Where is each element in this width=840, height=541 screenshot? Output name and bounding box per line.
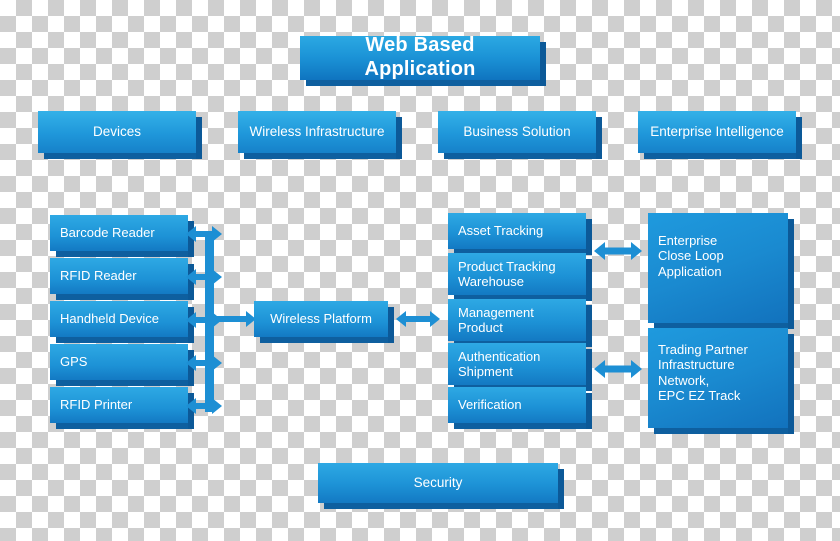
wireless-infra-extrusion-bottom xyxy=(244,153,402,159)
rfid-reader-extrusion-bottom xyxy=(56,294,194,300)
devices-label: Devices xyxy=(92,124,141,140)
node-product-tracking-warehouse: Product Tracking Warehouse xyxy=(448,253,592,301)
arrow-solutions-to-trading-partner xyxy=(594,360,642,378)
barcode-reader-extrusion-bottom xyxy=(56,251,194,257)
rfid-printer-extrusion-bottom xyxy=(56,423,194,429)
title-extrusion-right xyxy=(540,42,546,86)
handheld-device-extrusion-bottom xyxy=(56,337,194,343)
node-asset-tracking: Asset Tracking xyxy=(448,213,592,255)
arrow-rfid-reader-to-bus xyxy=(186,269,222,285)
enterprise-intelligence-extrusion-right xyxy=(796,117,802,159)
enterprise-close-loop-application-label: Enterprise Close Loop Application xyxy=(658,233,724,279)
wireless-platform-extrusion-bottom xyxy=(260,337,394,343)
gps-label: GPS xyxy=(60,354,88,370)
business-solution-extrusion-bottom xyxy=(444,153,602,159)
security-extrusion-right xyxy=(558,469,564,509)
node-authentication-shipment: Authentication Shipment xyxy=(448,343,592,391)
node-rfid-printer: RFID Printer xyxy=(50,387,194,429)
arrow-rfid-printer-to-bus xyxy=(186,398,222,414)
asset-tracking-extrusion-right xyxy=(586,219,592,255)
rfid-reader-label: RFID Reader xyxy=(60,268,137,284)
trading-partner-extrusion-bottom xyxy=(654,428,794,434)
arrow-solutions-to-enterprise-app xyxy=(594,242,642,260)
diagram-canvas: Web Based Application Devices Wireless I… xyxy=(0,0,840,541)
title-label: Web Based Application xyxy=(364,34,476,80)
arrow-barcode-to-bus xyxy=(186,226,222,242)
wireless-infra-extrusion-right xyxy=(396,117,402,159)
product-tracking-extrusion-right xyxy=(586,259,592,301)
management-product-extrusion-right xyxy=(586,305,592,347)
node-business-solution: Business Solution xyxy=(438,111,602,159)
handheld-device-label: Handheld Device xyxy=(60,311,160,327)
devices-extrusion-bottom xyxy=(44,153,202,159)
asset-tracking-label: Asset Tracking xyxy=(458,223,544,239)
node-enterprise-intelligence: Enterprise Intelligence xyxy=(638,111,802,159)
management-product-label: Management Product xyxy=(458,304,534,335)
node-devices: Devices xyxy=(38,111,202,159)
verification-extrusion-right xyxy=(586,393,592,429)
verification-label: Verification xyxy=(458,397,522,413)
devices-extrusion-right xyxy=(196,117,202,159)
node-rfid-reader: RFID Reader xyxy=(50,258,194,300)
node-trading-partner-infrastructure: Trading Partner Infrastructure Network, … xyxy=(648,328,794,434)
enterprise-app-extrusion-right xyxy=(788,219,794,329)
wireless-platform-label: Wireless Platform xyxy=(270,311,372,327)
node-management-product: Management Product xyxy=(448,299,592,347)
enterprise-intelligence-extrusion-bottom xyxy=(644,153,802,159)
enterprise-intelligence-label: Enterprise Intelligence xyxy=(650,124,784,140)
security-label: Security xyxy=(413,475,463,491)
node-verification: Verification xyxy=(448,387,592,429)
node-barcode-reader: Barcode Reader xyxy=(50,215,194,257)
arrow-platform-to-solutions xyxy=(396,311,440,327)
arrow-bus-to-wireless-platform xyxy=(214,311,256,327)
wireless-infrastructure-label: Wireless Infrastructure xyxy=(249,124,385,140)
node-gps: GPS xyxy=(50,344,194,386)
gps-extrusion-bottom xyxy=(56,380,194,386)
trading-partner-extrusion-right xyxy=(788,334,794,434)
arrow-gps-to-bus xyxy=(186,355,222,371)
node-wireless-infrastructure: Wireless Infrastructure xyxy=(238,111,402,159)
barcode-reader-label: Barcode Reader xyxy=(60,225,155,241)
trading-partner-infrastructure-label: Trading Partner Infrastructure Network, … xyxy=(658,342,748,403)
node-security: Security xyxy=(318,463,564,509)
rfid-printer-label: RFID Printer xyxy=(60,397,133,413)
authentication-shipment-extrusion-right xyxy=(586,349,592,391)
node-wireless-platform: Wireless Platform xyxy=(254,301,394,343)
verification-extrusion-bottom xyxy=(454,423,592,429)
node-title: Web Based Application xyxy=(300,34,546,86)
product-tracking-warehouse-label: Product Tracking Warehouse xyxy=(458,258,556,289)
node-enterprise-close-loop-application: Enterprise Close Loop Application xyxy=(648,213,794,329)
wireless-platform-extrusion-right xyxy=(388,307,394,343)
authentication-shipment-label: Authentication Shipment xyxy=(458,348,541,379)
node-handheld-device: Handheld Device xyxy=(50,301,194,343)
business-solution-extrusion-right xyxy=(596,117,602,159)
business-solution-label: Business Solution xyxy=(463,124,571,140)
security-extrusion-bottom xyxy=(324,503,564,509)
